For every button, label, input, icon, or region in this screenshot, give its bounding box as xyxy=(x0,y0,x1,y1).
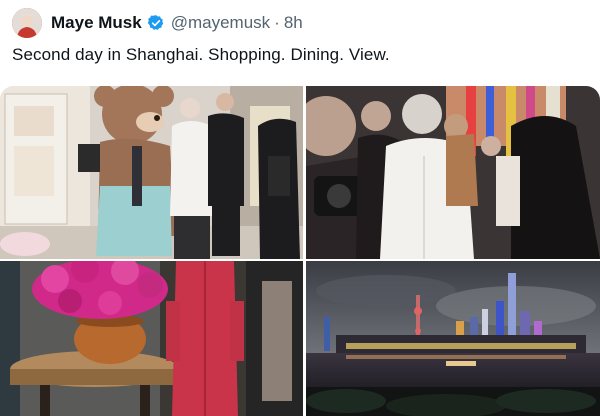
verified-badge-icon xyxy=(147,14,165,32)
photo-shopping-teddy-bear[interactable] xyxy=(0,86,303,259)
tweet-text: Second day in Shanghai. Shopping. Dining… xyxy=(12,45,390,64)
tweet-header: Maye Musk @mayemusk · 8h xyxy=(12,8,303,38)
photo-shanghai-skyline-view[interactable] xyxy=(306,261,600,416)
photo-dining-flowers[interactable] xyxy=(0,261,303,416)
media-grid xyxy=(0,86,600,416)
photo-crowd-shopping[interactable] xyxy=(306,86,600,259)
avatar[interactable] xyxy=(12,8,42,38)
author-name[interactable]: Maye Musk xyxy=(51,13,142,33)
author-handle[interactable]: @mayemusk xyxy=(171,13,270,33)
separator-dot: · xyxy=(274,13,280,32)
tweet-timestamp[interactable]: 8h xyxy=(284,13,303,33)
